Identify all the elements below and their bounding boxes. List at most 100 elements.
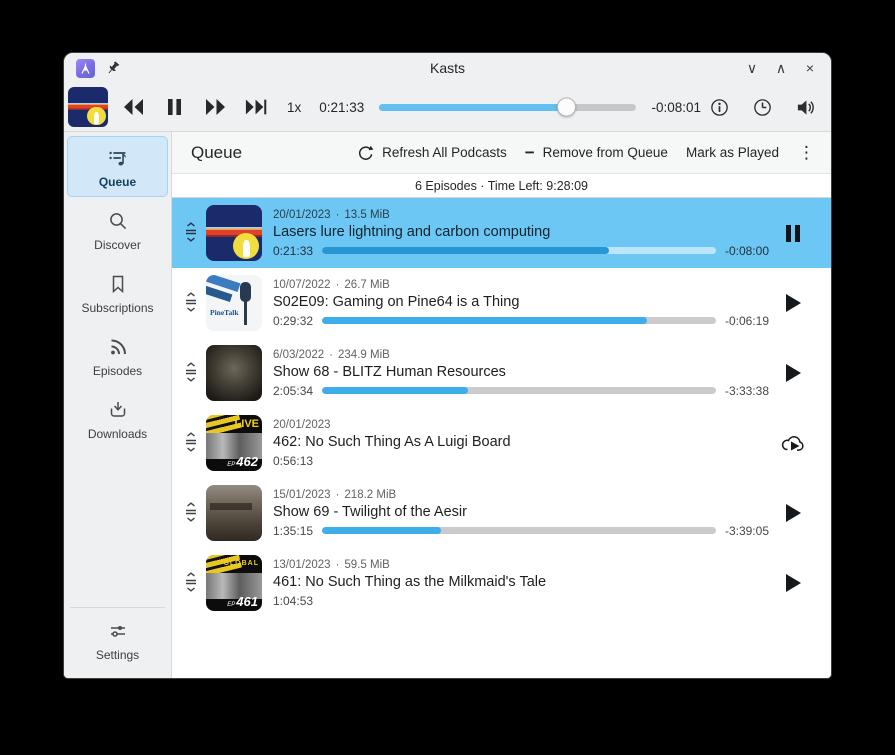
play-episode-button[interactable] <box>769 503 817 523</box>
pause-button[interactable] <box>163 96 185 118</box>
stream-episode-button[interactable] <box>769 432 817 454</box>
episode-title: Show 69 - Twilight of the Aesir <box>273 504 769 520</box>
sidebar-item-subscriptions[interactable]: Subscriptions <box>67 262 168 323</box>
window-title: Kasts <box>64 60 831 76</box>
seek-slider[interactable] <box>379 104 636 111</box>
page-title: Queue <box>191 143 242 163</box>
sleep-timer-button[interactable] <box>750 95 774 119</box>
episode-meta: 6/03/2022·234.9 MiB <box>273 349 769 361</box>
drag-handle-icon[interactable] <box>180 571 202 595</box>
refresh-label: Refresh All Podcasts <box>382 145 507 160</box>
drag-handle-icon[interactable] <box>180 501 202 525</box>
episode-artwork <box>206 345 262 401</box>
maximize-button[interactable]: ∧ <box>772 59 790 77</box>
sidebar-item-queue[interactable]: Queue <box>67 136 168 197</box>
titlebar: Kasts ∨ ∧ × <box>64 53 831 83</box>
sidebar-label: Subscriptions <box>81 301 153 315</box>
episode-elapsed: 1:35:15 <box>273 524 313 538</box>
episode-title: 462: No Such Thing As A Luigi Board <box>273 434 769 450</box>
skip-next-button[interactable] <box>245 96 267 118</box>
volume-button[interactable] <box>793 95 817 119</box>
bookmark-icon <box>106 272 130 296</box>
episode-row[interactable]: LIVE EP462 20/01/2023 462: No Such Thing… <box>172 408 831 478</box>
episode-artwork <box>206 205 262 261</box>
episode-remaining: -0:08:00 <box>725 244 769 258</box>
pause-episode-button[interactable] <box>769 224 817 243</box>
episode-artwork: PineTalk <box>206 275 262 331</box>
episode-remaining: -0:06:19 <box>725 314 769 328</box>
rss-icon <box>106 335 130 359</box>
episode-info-button[interactable] <box>707 95 731 119</box>
app-icon[interactable] <box>76 59 95 78</box>
playback-rate-button[interactable]: 1x <box>287 100 301 115</box>
episode-title: Lasers lure lightning and carbon computi… <box>273 224 769 240</box>
sidebar-item-episodes[interactable]: Episodes <box>67 325 168 386</box>
episode-row[interactable]: GLOBAL EP461 13/01/2023·59.5 MiB 461: No… <box>172 548 831 618</box>
seek-slider-handle[interactable] <box>557 98 576 117</box>
episode-progressbar <box>322 527 716 534</box>
refresh-all-button[interactable]: Refresh All Podcasts <box>349 140 516 166</box>
seek-forward-button[interactable] <box>204 96 226 118</box>
sidebar: Queue Discover Subscriptions <box>64 132 172 678</box>
play-episode-button[interactable] <box>769 293 817 313</box>
minus-icon: − <box>525 148 535 158</box>
sidebar-item-settings[interactable]: Settings <box>67 609 168 670</box>
episode-duration: 0:56:13 <box>273 454 313 468</box>
episode-row[interactable]: PineTalk 10/07/2022·26.7 MiB S02E09: Gam… <box>172 268 831 338</box>
queue-header: Queue Refresh All Podcasts − Remove from… <box>172 132 831 174</box>
sidebar-label: Queue <box>99 175 136 189</box>
drag-handle-icon[interactable] <box>180 361 202 385</box>
now-playing-artwork[interactable] <box>68 87 108 127</box>
sidebar-item-downloads[interactable]: Downloads <box>67 388 168 449</box>
drag-handle-icon[interactable] <box>180 431 202 455</box>
sidebar-label: Episodes <box>93 364 142 378</box>
episode-progressbar <box>322 247 716 254</box>
episode-row[interactable]: 20/01/2023·13.5 MiB Lasers lure lightnin… <box>172 198 831 268</box>
kasts-window: Kasts ∨ ∧ × <box>64 53 831 678</box>
remaining-time: -0:08:01 <box>651 100 701 115</box>
episode-duration: 1:04:53 <box>273 594 313 608</box>
main-area: Queue Discover Subscriptions <box>64 132 831 678</box>
player-toolbar: 1x 0:21:33 -0:08:01 <box>64 83 831 132</box>
play-episode-button[interactable] <box>769 573 817 593</box>
search-icon <box>106 209 130 233</box>
episode-artwork: LIVE EP462 <box>206 415 262 471</box>
download-icon <box>106 398 130 422</box>
episode-meta: 10/07/2022·26.7 MiB <box>273 279 769 291</box>
refresh-icon <box>358 145 374 161</box>
queue-page: Queue Refresh All Podcasts − Remove from… <box>172 132 831 678</box>
episode-elapsed: 0:29:32 <box>273 314 313 328</box>
sidebar-label: Settings <box>96 648 139 662</box>
remove-label: Remove from Queue <box>543 145 668 160</box>
settings-sliders-icon <box>106 619 130 643</box>
elapsed-time: 0:21:33 <box>319 100 364 115</box>
media-controls <box>122 96 267 118</box>
episode-meta: 20/01/2023·13.5 MiB <box>273 209 769 221</box>
close-button[interactable]: × <box>801 59 819 77</box>
episode-row[interactable]: 6/03/2022·234.9 MiB Show 68 - BLITZ Huma… <box>172 338 831 408</box>
queue-summary: 6 Episodes · Time Left: 9:28:09 <box>172 174 831 198</box>
episode-meta: 15/01/2023·218.2 MiB <box>273 489 769 501</box>
minimize-button[interactable]: ∨ <box>743 59 761 77</box>
remove-from-queue-button[interactable]: − Remove from Queue <box>516 140 677 165</box>
drag-handle-icon[interactable] <box>180 221 202 245</box>
episode-list: 20/01/2023·13.5 MiB Lasers lure lightnin… <box>172 198 831 678</box>
episode-elapsed: 2:05:34 <box>273 384 313 398</box>
drag-handle-icon[interactable] <box>180 291 202 315</box>
pin-icon[interactable] <box>105 60 121 76</box>
episode-title: 461: No Such Thing as the Milkmaid's Tal… <box>273 574 769 590</box>
sidebar-label: Discover <box>94 238 141 252</box>
episode-title: Show 68 - BLITZ Human Resources <box>273 364 769 380</box>
episode-artwork: GLOBAL EP461 <box>206 555 262 611</box>
episode-meta: 13/01/2023·59.5 MiB <box>273 559 769 571</box>
mark-as-played-button[interactable]: Mark as Played <box>677 140 788 165</box>
episode-remaining: -3:33:38 <box>725 384 769 398</box>
sidebar-item-discover[interactable]: Discover <box>67 199 168 260</box>
playlist-icon <box>106 146 130 170</box>
play-episode-button[interactable] <box>769 363 817 383</box>
seek-backward-button[interactable] <box>122 96 144 118</box>
overflow-menu-button[interactable]: ⋮ <box>790 139 823 167</box>
episode-row[interactable]: 15/01/2023·218.2 MiB Show 69 - Twilight … <box>172 478 831 548</box>
sidebar-label: Downloads <box>88 427 147 441</box>
episode-progressbar <box>322 387 716 394</box>
